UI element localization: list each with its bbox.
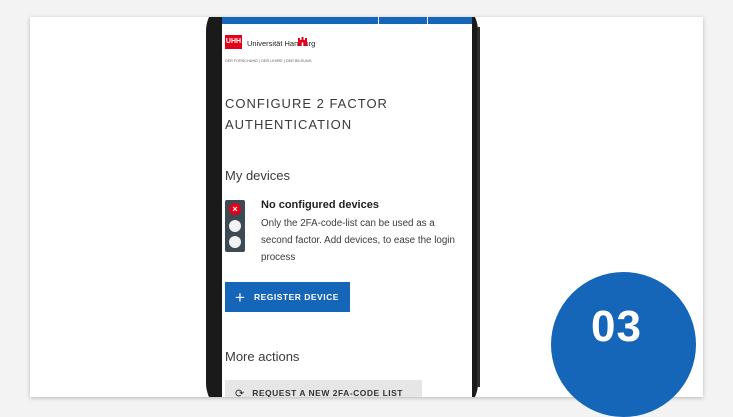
register-device-button[interactable]: + REGISTER DEVICE (225, 282, 350, 312)
plus-icon: + (235, 287, 245, 307)
logo-mark: UHH (225, 35, 242, 49)
status-description: Only the 2FA-code-list can be used as a … (261, 218, 455, 263)
page-title: CONFIGURE 2 FACTOR AUTHENTICATION (225, 96, 388, 132)
request-code-list-button[interactable]: ⟳ REQUEST A NEW 2FA-CODE LIST (225, 380, 422, 397)
step-number-badge: 03 (551, 272, 696, 417)
status-x-icon: × (229, 203, 241, 215)
refresh-icon: ⟳ (235, 387, 245, 398)
nav-separator (427, 17, 428, 24)
phone-screen: UHH Universität Hamburg DER FORSCHUNG | … (222, 17, 472, 397)
request-code-list-label: REQUEST A NEW 2FA-CODE LIST (252, 388, 403, 397)
status-light-empty (229, 236, 241, 248)
device-status-indicator: × (225, 200, 245, 252)
register-device-label: REGISTER DEVICE (253, 292, 339, 302)
my-devices-heading: My devices (225, 168, 291, 183)
status-title: No configured devices (261, 199, 379, 211)
logo-tagline: DER FORSCHUNG | DER LEHRE | DER BILDUNG (225, 59, 312, 63)
castle-icon (298, 37, 307, 46)
phone-side-edge (477, 27, 480, 387)
more-actions-heading: More actions (225, 349, 300, 364)
nav-separator (378, 17, 379, 24)
status-light-empty (229, 220, 241, 232)
top-nav-bar (222, 17, 472, 24)
